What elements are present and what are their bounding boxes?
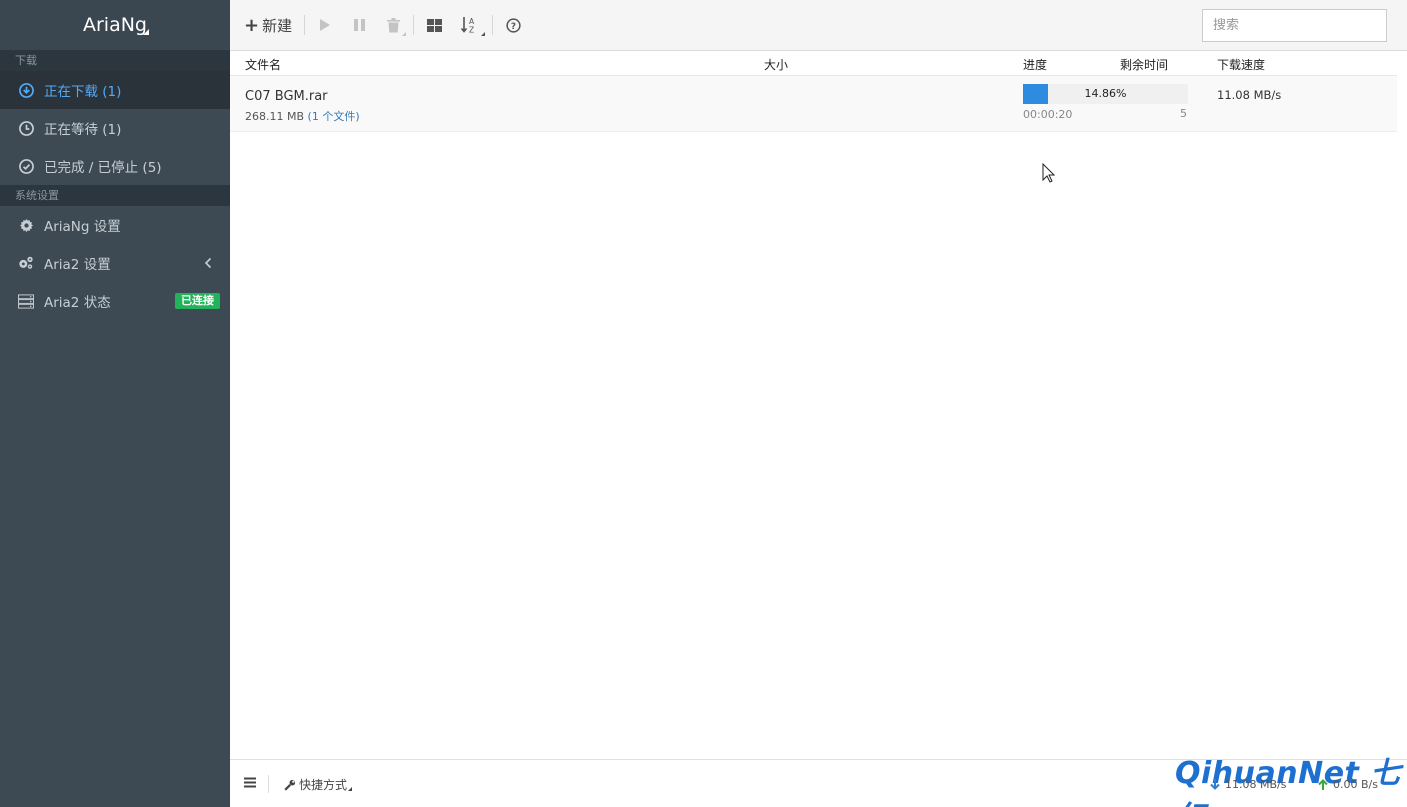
brand-caret-icon (143, 29, 149, 35)
sidebar-item-label: Aria2 状态 (44, 295, 111, 311)
sidebar-item-downloading[interactable]: 正在下载 (1) (0, 71, 230, 109)
sidebar-item-aria2-settings[interactable]: Aria2 设置 (0, 244, 230, 282)
shortcut-label: 快捷方式 (299, 778, 348, 792)
brand-text: AriaNg (82, 14, 147, 36)
task-name: C07 BGM.rar (245, 89, 328, 104)
sidebar-item-label: AriaNg 设置 (44, 219, 121, 235)
toolbar-separator (492, 15, 494, 35)
toolbar: + 新建 AZ ? (230, 0, 1407, 51)
download-speed: 11.08 MB/s (1217, 88, 1282, 102)
global-upload-speed: 0.00 B/s (1318, 778, 1378, 791)
chevron-left-icon[interactable] (204, 257, 212, 273)
pause-button[interactable] (351, 10, 367, 40)
new-task-button[interactable]: + 新建 (244, 10, 292, 40)
footer: 快捷方式 QihuanNet 七幻 11.08 MB/s 0.00 B/s (230, 756, 1407, 807)
menu-toggle-button[interactable] (244, 777, 256, 792)
sort-button[interactable]: AZ (460, 10, 486, 40)
clock-icon (18, 120, 34, 136)
sidebar-item-waiting[interactable]: 正在等待 (1) (0, 109, 230, 147)
caret-down-icon (348, 786, 353, 791)
sidebar-item-ariang-settings[interactable]: AriaNg 设置 (0, 206, 230, 244)
section-header-download: 下载 (0, 50, 230, 71)
delete-button[interactable] (385, 10, 407, 40)
column-header-remaining[interactable]: 剩余时间 (1120, 56, 1168, 73)
start-button[interactable] (317, 10, 333, 40)
time-remaining: 00:00:20 (1023, 108, 1073, 121)
svg-text:Z: Z (469, 26, 474, 35)
toolbar-separator (413, 15, 415, 35)
progress-text: 14.86% (1084, 87, 1127, 100)
arrow-up-icon (1318, 779, 1328, 790)
column-header-size[interactable]: 大小 (764, 56, 788, 73)
status-badge: 已连接 (175, 293, 220, 309)
table-row[interactable]: C07 BGM.rar 268.11 MB (1 个文件) 14.86% 00:… (230, 76, 1397, 132)
select-all-button[interactable] (426, 10, 442, 40)
new-task-label: 新建 (262, 16, 293, 35)
progress-bar: 14.86% (1023, 84, 1188, 104)
caret-down-icon (481, 32, 486, 36)
sidebar: AriaNg 下载 正在下载 (1) 正在等待 (1) 已完成 / 已停止 (5… (0, 0, 230, 807)
task-size-info: 268.11 MB (1 个文件) (245, 108, 360, 124)
table-header: 文件名 大小 进度 剩余时间 下载速度 (230, 51, 1397, 76)
gears-icon (18, 255, 34, 271)
arrow-down-icon (1210, 779, 1220, 790)
sidebar-item-label: Aria2 设置 (44, 257, 111, 273)
brand-logo[interactable]: AriaNg (0, 0, 230, 50)
sort-alpha-icon: AZ (461, 17, 475, 35)
column-header-progress[interactable]: 进度 (1023, 56, 1047, 73)
pause-icon (353, 19, 365, 31)
download-circle-icon (18, 82, 34, 98)
sidebar-item-label: 正在等待 (1) (44, 122, 122, 138)
wrench-icon (284, 779, 296, 791)
play-icon (320, 19, 331, 31)
download-speed-text: 11.08 MB/s (1225, 778, 1287, 791)
connection-count: 5 (1180, 107, 1187, 120)
hamburger-icon (244, 777, 256, 788)
check-circle-icon (18, 158, 34, 174)
task-files-link[interactable]: (1 个文件) (308, 110, 360, 123)
caret-down-icon (402, 32, 407, 36)
column-header-speed[interactable]: 下载速度 (1217, 56, 1265, 73)
gear-icon (18, 217, 34, 233)
grid-icon (426, 18, 442, 32)
sidebar-item-aria2-status[interactable]: Aria2 状态 已连接 (0, 282, 230, 320)
column-header-name[interactable]: 文件名 (245, 56, 281, 73)
global-download-speed: 11.08 MB/s (1210, 778, 1286, 791)
mouse-cursor-icon (1042, 163, 1056, 183)
shortcut-menu-button[interactable]: 快捷方式 (284, 776, 353, 793)
trash-icon (386, 17, 400, 32)
search-input[interactable] (1213, 18, 1383, 33)
sidebar-item-label: 正在下载 (1) (44, 84, 122, 100)
svg-text:?: ? (511, 21, 516, 31)
task-size: 268.11 MB (245, 110, 305, 123)
section-header-settings: 系统设置 (0, 185, 230, 206)
plus-icon: + (244, 14, 260, 36)
upload-speed-text: 0.00 B/s (1333, 778, 1378, 791)
sidebar-item-stopped[interactable]: 已完成 / 已停止 (5) (0, 147, 230, 185)
help-button[interactable]: ? (505, 10, 521, 40)
footer-separator (268, 775, 269, 793)
toolbar-separator (304, 15, 306, 35)
server-icon (18, 293, 34, 309)
question-circle-icon: ? (505, 17, 521, 33)
search-box (1202, 9, 1387, 42)
sidebar-item-label: 已完成 / 已停止 (5) (44, 160, 162, 176)
